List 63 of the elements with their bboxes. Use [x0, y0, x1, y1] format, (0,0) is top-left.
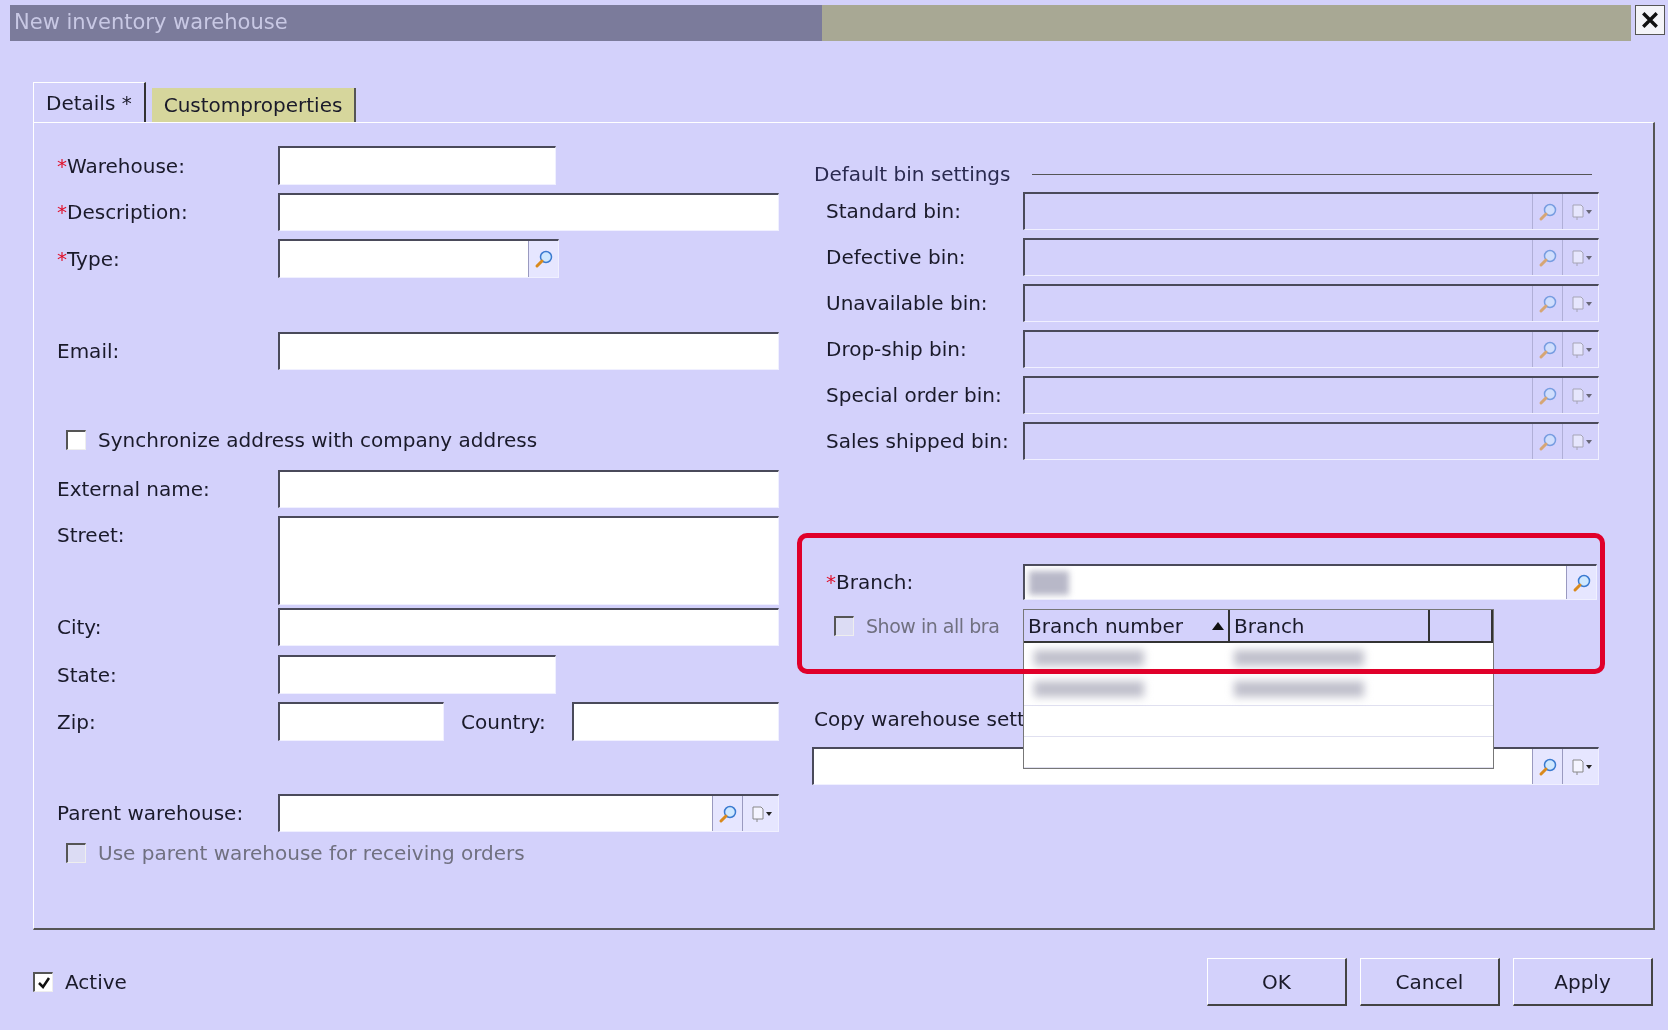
- dialog-button[interactable]: Apply: [1513, 958, 1653, 1006]
- field-label: *Description:: [57, 199, 189, 226]
- field-label: *Branch:: [826, 569, 915, 596]
- field-label: Email:: [57, 338, 121, 365]
- field-label: Street:: [57, 522, 126, 549]
- input-field[interactable]: [572, 702, 779, 741]
- field-label: *Type:: [57, 245, 121, 273]
- checkbox-label: Active: [65, 969, 127, 996]
- search-icon: [1537, 756, 1558, 777]
- field-label: Drop-ship bin:: [826, 336, 968, 363]
- input-field[interactable]: [278, 146, 556, 185]
- tab[interactable]: Customproperties: [151, 88, 357, 122]
- window-title: New inventory warehouse: [14, 9, 288, 37]
- column-header[interactable]: Branch number: [1024, 610, 1230, 641]
- field-label: Zip:: [57, 708, 97, 736]
- field-label: External name:: [57, 476, 211, 503]
- search-button[interactable]: [712, 796, 742, 831]
- search-icon: [1537, 431, 1558, 452]
- search-button[interactable]: [528, 241, 558, 277]
- input-field[interactable]: [278, 702, 444, 741]
- search-icon: [1537, 339, 1558, 360]
- field-label: Special order bin:: [826, 382, 1003, 409]
- search-icon: [533, 249, 554, 269]
- search-icon: [717, 803, 738, 824]
- search-icon: [1537, 293, 1558, 314]
- checkbox[interactable]: [33, 972, 53, 992]
- checkbox[interactable]: [66, 430, 86, 450]
- field-label: Parent warehouse:: [57, 800, 245, 827]
- input-field[interactable]: [278, 608, 779, 646]
- input-field[interactable]: [278, 239, 559, 278]
- close-button[interactable]: [1635, 5, 1665, 35]
- input-field[interactable]: [1023, 564, 1597, 600]
- field-label: Sales shipped bin:: [826, 428, 1010, 455]
- field-label: Defective bin:: [826, 244, 967, 271]
- search-icon: [1537, 385, 1558, 406]
- tab[interactable]: Details *: [33, 82, 146, 122]
- checkbox-label: Synchronize address with company address: [98, 427, 538, 454]
- dialog-button[interactable]: OK: [1207, 958, 1347, 1006]
- checkbox-label: Show in all bra: [866, 613, 1000, 639]
- field-label: Copy warehouse sett: [814, 706, 1025, 733]
- text-area[interactable]: [278, 516, 779, 605]
- section-heading: Default bin settings: [814, 161, 1011, 188]
- field-label: State:: [57, 661, 118, 689]
- checkbox-label: Use parent warehouse for receiving orders: [98, 840, 525, 867]
- search-icon: [1571, 572, 1592, 593]
- input-field[interactable]: [278, 655, 556, 694]
- column-header[interactable]: Branch: [1230, 610, 1430, 641]
- field-label: Unavailable bin:: [826, 290, 989, 317]
- field-label: Country:: [461, 708, 547, 736]
- field-label: City:: [57, 614, 103, 641]
- close-icon: [1641, 11, 1659, 29]
- field-label: *Warehouse:: [57, 152, 186, 180]
- input-field[interactable]: [278, 332, 779, 370]
- search-icon: [1537, 247, 1558, 268]
- sort-arrow-icon: [1212, 621, 1224, 630]
- dialog-button[interactable]: Cancel: [1360, 958, 1500, 1006]
- input-field[interactable]: [278, 794, 779, 832]
- input-field[interactable]: [278, 193, 779, 231]
- field-label: Standard bin:: [826, 198, 962, 225]
- search-button[interactable]: [1566, 566, 1596, 599]
- input-field[interactable]: [278, 470, 779, 508]
- search-button[interactable]: [1532, 749, 1562, 784]
- search-icon: [1537, 201, 1558, 222]
